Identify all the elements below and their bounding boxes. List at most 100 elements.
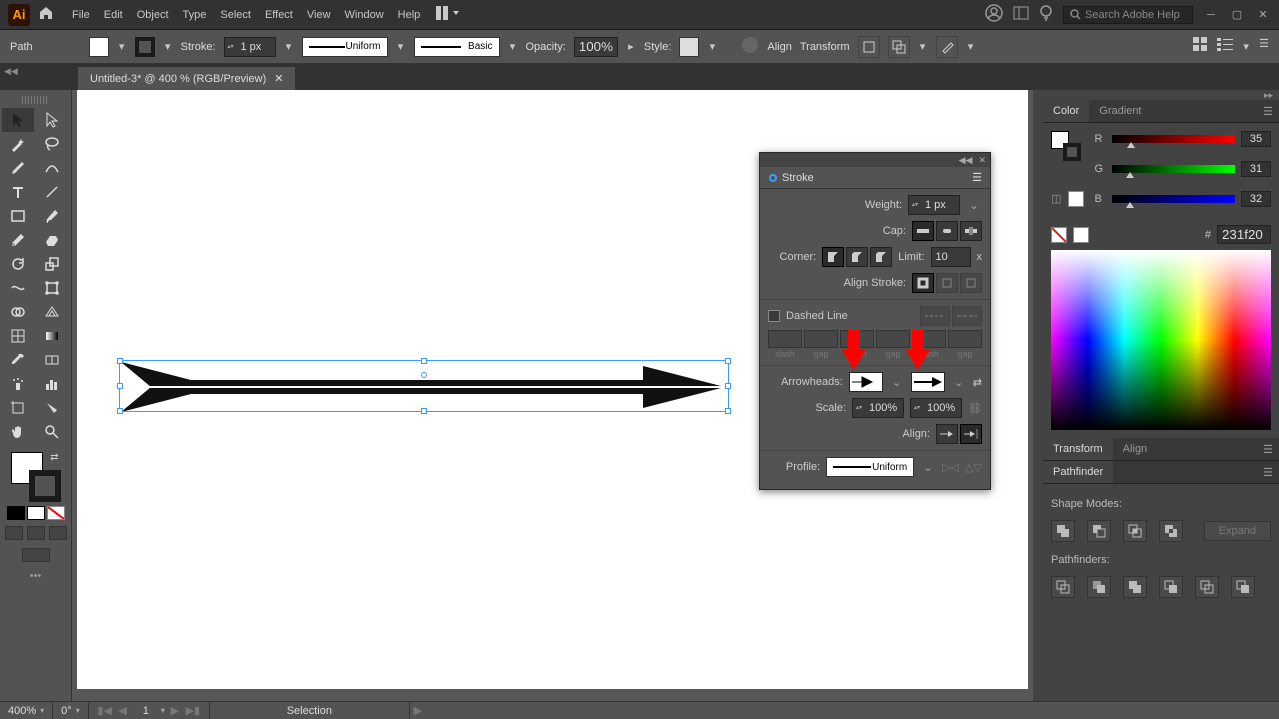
out-of-gamut-icon[interactable] — [1068, 191, 1084, 207]
b-value[interactable]: 32 — [1241, 191, 1271, 207]
r-value[interactable]: 35 — [1241, 131, 1271, 147]
g-value[interactable]: 31 — [1241, 161, 1271, 177]
align-arrow-tip-icon[interactable] — [960, 424, 982, 444]
corner-bevel-icon[interactable] — [870, 247, 892, 267]
exclude-icon[interactable] — [1159, 520, 1183, 542]
unite-icon[interactable] — [1051, 520, 1075, 542]
stroke-swatch[interactable] — [135, 37, 155, 57]
g-slider[interactable] — [1112, 165, 1235, 173]
rotate-tool[interactable] — [2, 252, 34, 276]
stroke-dropdown[interactable]: ▾ — [163, 37, 173, 57]
recolor-icon[interactable] — [741, 36, 759, 57]
weight-stepper[interactable]: ▴▾ — [908, 195, 960, 215]
stroke-panel-tab[interactable]: Stroke ☰ — [760, 167, 990, 189]
prev-artboard-icon[interactable]: ◀ — [115, 704, 131, 717]
zoom-level[interactable]: 400%▾ — [0, 702, 53, 719]
white-swatch[interactable] — [1073, 227, 1089, 243]
transform-link[interactable]: Transform — [800, 41, 850, 53]
brush-dropdown[interactable]: ▾ — [508, 37, 518, 57]
outline-icon[interactable] — [1195, 576, 1219, 598]
selection-tool[interactable] — [2, 108, 34, 132]
stroke-weight-stepper[interactable]: ▴▾ — [224, 37, 276, 57]
hex-input[interactable] — [1217, 225, 1271, 244]
free-transform-tool[interactable] — [36, 276, 68, 300]
scale-end-stepper[interactable]: ▴▾ — [910, 398, 962, 418]
grid-icon[interactable] — [1193, 37, 1209, 57]
fill-stroke-indicator[interactable]: ⇄ — [11, 452, 61, 502]
menu-view[interactable]: View — [307, 9, 331, 21]
fill-dropdown[interactable]: ▾ — [117, 37, 127, 57]
minus-back-icon[interactable] — [1231, 576, 1255, 598]
opacity-input[interactable] — [574, 37, 618, 57]
transform-panel-menu-icon[interactable]: ☰ — [1257, 443, 1279, 456]
list-dropdown[interactable]: ▾ — [1241, 37, 1251, 57]
arrowhead-end-select[interactable] — [911, 372, 945, 392]
sel-handle-bl[interactable] — [117, 408, 123, 414]
maximize-button[interactable]: ▢ — [1229, 9, 1245, 21]
clip-dropdown[interactable]: ▾ — [918, 37, 928, 57]
transform-tab[interactable]: Transform — [1043, 438, 1113, 460]
document-tab[interactable]: Untitled-3* @ 400 % (RGB/Preview) ✕ — [78, 67, 295, 90]
menu-type[interactable]: Type — [183, 9, 207, 21]
draw-normal-icon[interactable] — [5, 526, 23, 540]
flip-across-icon[interactable]: △▽ — [965, 461, 982, 474]
divide-icon[interactable] — [1051, 576, 1075, 598]
curvature-tool[interactable] — [36, 156, 68, 180]
status-play-icon[interactable]: ▶ — [410, 704, 426, 717]
shape-builder-tool[interactable] — [2, 300, 34, 324]
arrowhead-end-dropdown[interactable]: ⌄ — [951, 376, 967, 389]
menu-window[interactable]: Window — [345, 9, 384, 21]
column-graph-tool[interactable] — [36, 372, 68, 396]
search-input[interactable]: Search Adobe Help — [1063, 6, 1193, 24]
scale-start-stepper[interactable]: ▴▾ — [852, 398, 904, 418]
stroke-panel-collapse-icon[interactable]: ◀◀ — [959, 155, 973, 166]
edit-toolbar-icon[interactable]: ••• — [2, 570, 69, 582]
corner-round-icon[interactable] — [846, 247, 868, 267]
menu-file[interactable]: File — [72, 9, 90, 21]
bulb-icon[interactable] — [1039, 5, 1053, 24]
right-collapse-bar[interactable] — [1033, 90, 1043, 701]
align-arrow-extend-icon[interactable] — [936, 424, 958, 444]
pen-tool[interactable] — [2, 156, 34, 180]
pathfinder-tab[interactable]: Pathfinder — [1043, 461, 1113, 483]
perspective-tool[interactable] — [36, 300, 68, 324]
flip-along-icon[interactable]: ▷◁ — [942, 461, 959, 474]
stroke-panel-menu-icon[interactable]: ☰ — [972, 171, 982, 184]
list-icon[interactable] — [1217, 37, 1233, 57]
hand-tool[interactable] — [2, 420, 34, 444]
brush-select[interactable]: Basic — [414, 37, 500, 57]
width-tool[interactable] — [2, 276, 34, 300]
none-swatch[interactable] — [1051, 227, 1067, 243]
sel-handle-mr[interactable] — [725, 383, 731, 389]
edit-dropdown[interactable]: ▾ — [966, 37, 976, 57]
sel-handle-tl[interactable] — [117, 358, 123, 364]
cube-icon[interactable]: ◫ — [1051, 193, 1061, 205]
stroke-square[interactable] — [29, 470, 61, 502]
menu-help[interactable]: Help — [398, 9, 421, 21]
type-tool[interactable] — [2, 180, 34, 204]
menu-effect[interactable]: Effect — [265, 9, 293, 21]
artboard-tool[interactable] — [2, 396, 34, 420]
collapse-tools[interactable]: ◀◀ — [4, 66, 18, 77]
next-artboard-icon[interactable]: ▶ — [167, 704, 183, 717]
draw-inside-icon[interactable] — [49, 526, 67, 540]
limit-stepper[interactable] — [931, 247, 971, 267]
panels-collapse-icon[interactable]: ▸▸ — [1043, 90, 1279, 100]
line-tool[interactable] — [36, 180, 68, 204]
corner-miter-icon[interactable] — [822, 247, 844, 267]
scale-tool[interactable] — [36, 252, 68, 276]
gradient-tab[interactable]: Gradient — [1089, 100, 1151, 122]
clip-button[interactable] — [888, 36, 910, 58]
menu-edit[interactable]: Edit — [104, 9, 123, 21]
rotate-view[interactable]: 0°▾ — [53, 702, 89, 719]
first-artboard-icon[interactable]: ▮◀ — [97, 704, 113, 717]
lasso-tool[interactable] — [36, 132, 68, 156]
arrowhead-start-select[interactable] — [849, 372, 883, 392]
gradient-mode-icon[interactable] — [27, 506, 45, 520]
align-stroke-inside-icon[interactable] — [936, 273, 958, 293]
color-fill-stroke[interactable] — [1051, 131, 1081, 161]
cap-butt-icon[interactable] — [912, 221, 934, 241]
close-tab-icon[interactable]: ✕ — [274, 72, 283, 85]
r-slider[interactable] — [1112, 135, 1235, 143]
stroke-panel-close-icon[interactable]: ✕ — [978, 155, 986, 166]
